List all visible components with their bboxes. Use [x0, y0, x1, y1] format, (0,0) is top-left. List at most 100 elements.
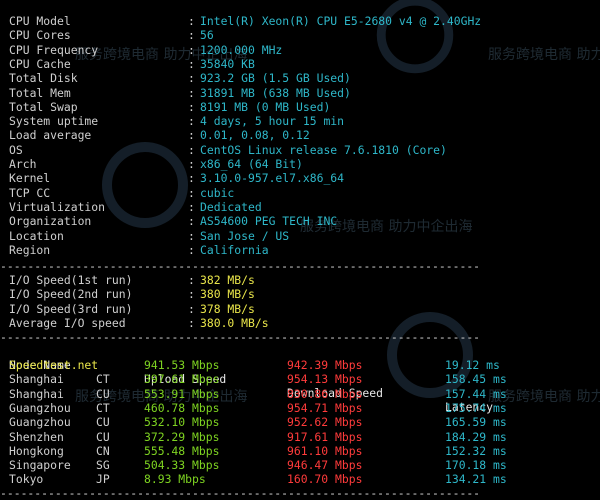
info-value: 31891 MB (638 MB Used) — [200, 85, 351, 100]
system-info-row: Virtualization: Dedicated — [0, 200, 600, 214]
io-speed-row: I/O Speed(3rd run):378 MB/s — [0, 302, 600, 316]
latency-cell: 158.45 ms — [445, 372, 507, 387]
info-label: OS — [9, 142, 23, 157]
info-value: Intel(R) Xeon(R) CPU E5-2680 v4 @ 2.40GH… — [200, 14, 482, 28]
upload-speed-cell: 553.91 Mbps — [144, 386, 220, 401]
upload-speed-cell: 555.48 Mbps — [144, 443, 220, 458]
info-colon: : — [188, 214, 195, 229]
isp-cell: JP — [96, 472, 110, 487]
system-info-row: OS: CentOS Linux release 7.6.1810 (Core) — [0, 143, 600, 157]
table-row: Shanghai CU 553.91 Mbps 830.86 Mbps 157.44 m… — [0, 387, 600, 401]
isp-cell: CU — [96, 386, 110, 401]
node-name-cell: Singapore — [9, 458, 71, 473]
system-info-row: Total Mem:31891 MB (638 MB Used) — [0, 86, 600, 100]
upload-speed-cell: 460.78 Mbps — [144, 400, 220, 415]
info-value: 56 — [200, 28, 214, 43]
download-speed-cell: 160.70 Mbps — [287, 472, 363, 487]
node-name-cell: Shenzhen — [9, 429, 64, 444]
info-label: Total Swap — [9, 99, 78, 114]
node-name-cell: Tokyo — [9, 472, 44, 487]
download-speed-cell: 946.47 Mbps — [287, 458, 363, 473]
info-colon: : — [188, 228, 195, 243]
table-row: Shenzhen CU 372.29 Mbps 917.61 Mbps 184.29 m… — [0, 430, 600, 444]
info-label: Total Mem — [9, 85, 71, 100]
info-value: cubic — [200, 185, 235, 200]
node-name-cell: Guangzhou — [9, 415, 71, 430]
info-label: CPU Frequency — [9, 42, 99, 57]
io-speed-row: I/O Speed(2nd run):380 MB/s — [0, 287, 600, 301]
latency-cell: 134.21 ms — [445, 472, 507, 487]
info-colon: : — [188, 142, 195, 157]
info-value: 8191 MB (0 MB Used) — [200, 99, 331, 114]
system-info-row: Load average:0.01, 0.08, 0.12 — [0, 128, 600, 142]
table-row: Tokyo JP 8.93 Mbps 160.70 Mbps 134.21 ms — [0, 472, 600, 486]
info-value: 35840 KB — [200, 56, 255, 71]
latency-cell: 184.29 ms — [445, 429, 507, 444]
system-info-row: CPU Model: Intel(R) Xeon(R) CPU E5-2680 v… — [0, 14, 600, 28]
node-name-cell: Hongkong — [9, 443, 64, 458]
latency-cell: 152.32 ms — [445, 443, 507, 458]
system-info-row: TCP CC: cubic — [0, 186, 600, 200]
info-colon: : — [188, 71, 195, 86]
io-speed-row: Average I/O speed:380.0 MB/s — [0, 316, 600, 330]
node-name-cell: Shanghai — [9, 372, 64, 387]
info-value: 0.01, 0.08, 0.12 — [200, 128, 310, 143]
system-info-row: Total Disk:923.2 GB (1.5 GB Used) — [0, 71, 600, 85]
io-value: 380 MB/s — [200, 287, 255, 302]
info-label: Region — [9, 242, 51, 257]
info-label: CPU Cache — [9, 56, 71, 71]
info-value: San Jose / US — [200, 228, 290, 243]
download-speed-cell: 961.10 Mbps — [287, 443, 363, 458]
download-speed-cell: 954.13 Mbps — [287, 372, 363, 387]
info-label: CPU Cores — [9, 28, 71, 43]
download-speed-cell: 952.62 Mbps — [287, 415, 363, 430]
terminal-window[interactable]: 服务跨境电商 助力中企出海 服务跨境电商 助力中企出海 服务跨境电商 助力中企出… — [0, 0, 600, 500]
info-colon: : — [188, 28, 195, 43]
io-colon: : — [188, 273, 195, 287]
info-label: Virtualization — [9, 199, 106, 214]
upload-speed-cell: 532.10 Mbps — [144, 415, 220, 430]
separator-line: ----------------------------------------… — [0, 486, 481, 500]
node-name-cell: Guangzhou — [9, 400, 71, 415]
download-speed-cell: 942.39 Mbps — [287, 358, 363, 372]
isp-cell: CT — [96, 372, 110, 387]
separator-line: ----------------------------------------… — [0, 330, 481, 344]
info-colon: : — [188, 199, 195, 214]
info-value: 1200.000 MHz — [200, 42, 283, 57]
info-value: 3.10.0-957.el7.x86_64 — [200, 171, 345, 186]
info-value: Dedicated — [200, 199, 262, 214]
latency-cell: 175.74 ms — [445, 400, 507, 415]
info-label: Arch — [9, 157, 37, 171]
isp-cell: CN — [96, 443, 110, 458]
system-info-row: Kernel:3.10.0-957.el7.x86_64 — [0, 171, 600, 185]
system-info-row: Organization: AS54600 PEG TECH INC — [0, 214, 600, 228]
isp-cell: CU — [96, 415, 110, 430]
info-label: TCP CC — [9, 185, 51, 200]
info-value: x86_64 (64 Bit) — [200, 157, 303, 171]
table-row: Guangzhou CU 532.10 Mbps 952.62 Mbps 165.59 … — [0, 415, 600, 429]
separator-line: ----------------------------------------… — [0, 259, 481, 273]
system-info-row: Total Swap:8191 MB (0 MB Used) — [0, 100, 600, 114]
isp-cell: CU — [96, 429, 110, 444]
info-colon: : — [188, 242, 195, 257]
system-info-row: Location: San Jose / US — [0, 229, 600, 243]
io-speed-row: I/O Speed(1st run):382 MB/s — [0, 273, 600, 287]
info-colon: : — [188, 157, 195, 171]
system-info-row: Region: California — [0, 243, 600, 257]
isp-cell: CT — [96, 400, 110, 415]
speedtest-header-row: Node Name Upload Speed Download Speed La… — [0, 344, 600, 414]
info-colon: : — [188, 85, 195, 100]
system-info-row: CPU Frequency:1200.000 MHz — [0, 43, 600, 57]
io-colon: : — [188, 301, 195, 316]
info-colon: : — [188, 42, 195, 57]
io-colon: : — [188, 315, 195, 330]
node-name-cell: Shanghai — [9, 386, 64, 401]
isp-cell: SG — [96, 458, 110, 473]
info-value: AS54600 PEG TECH INC — [200, 214, 338, 229]
table-row: Speedtest.net 941.53 Mbps 942.39 Mbps 19.12… — [0, 358, 600, 372]
info-value: 4 days, 5 hour 15 min — [200, 114, 345, 129]
io-value: 378 MB/s — [200, 301, 255, 316]
upload-speed-cell: 397.61 Mbps — [144, 372, 220, 387]
info-label: CPU Model — [9, 14, 71, 28]
info-label: Total Disk — [9, 71, 78, 86]
